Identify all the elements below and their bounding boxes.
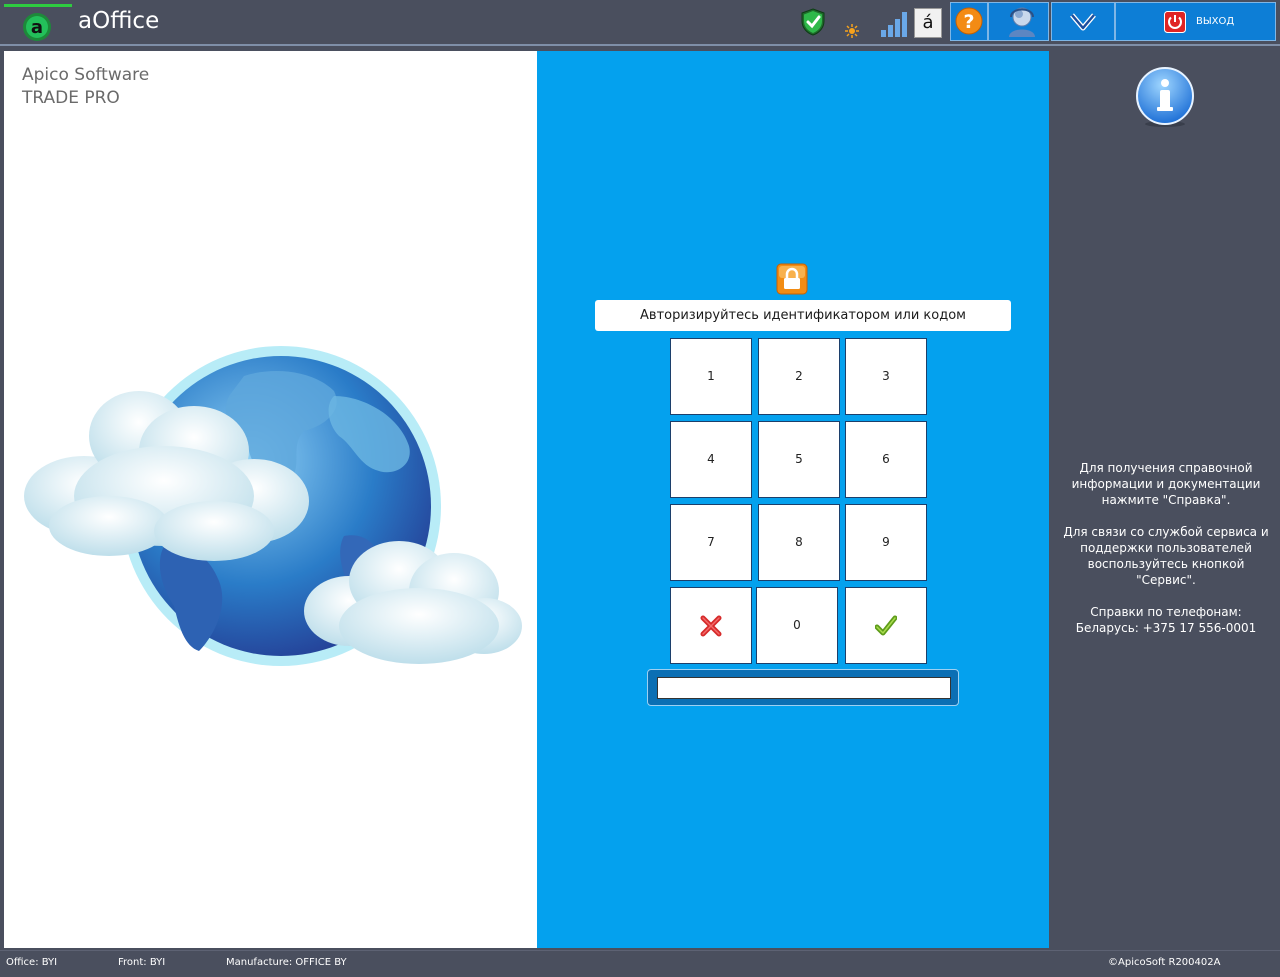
help-info-text: Для получения справочной информации и до… (1056, 460, 1276, 636)
info-icon (1136, 67, 1194, 127)
signal-strength-icon (881, 12, 907, 37)
help-phones-line: Беларусь: +375 17 556-0001 (1075, 621, 1257, 635)
brand-company: Apico Software (22, 65, 150, 85)
help-paragraph-docs: Для получения справочной информации и до… (1071, 461, 1261, 507)
clear-x-icon (700, 615, 722, 637)
keypad-key-3[interactable]: 3 (845, 338, 927, 415)
auth-prompt: Авторизируйтесь идентификатором или кодо… (595, 300, 1011, 331)
status-bar: Office: BYI Front: BYI Manufacture: OFFI… (0, 950, 1280, 977)
svg-text:a: a (31, 17, 43, 38)
keypad-key-4[interactable]: 4 (670, 421, 752, 498)
keypad-key-5[interactable]: 5 (758, 421, 840, 498)
code-input-frame (647, 669, 959, 706)
lock-icon (776, 263, 808, 295)
auth-panel: Авторизируйтесь идентификатором или кодо… (537, 51, 1049, 948)
exit-button[interactable]: ВЫХОД (1115, 2, 1276, 41)
status-copyright: ©ApicoSoft R200402A (1108, 957, 1221, 968)
activity-indicator-icon (845, 24, 859, 38)
chevron-down-icon (1070, 13, 1096, 31)
keypad-key-7[interactable]: 7 (670, 504, 752, 581)
help-phones-title: Справки по телефонам: (1090, 605, 1242, 619)
help-paragraph-service: Для связи со службой сервиса и поддержки… (1063, 525, 1269, 587)
keypad-key-6[interactable]: 6 (845, 421, 927, 498)
brand-product: TRADE PRO (22, 88, 120, 108)
power-icon (1164, 11, 1186, 33)
keypad-key-1[interactable]: 1 (670, 338, 752, 415)
help-question-icon: ? (955, 7, 983, 35)
keypad-key-2[interactable]: 2 (758, 338, 840, 415)
app-title: aOffice (78, 8, 160, 34)
top-bar: a aOffice á ? ВЫХОД (0, 0, 1280, 46)
keypad-key-0[interactable]: 0 (756, 587, 838, 664)
confirm-check-icon (874, 615, 898, 636)
brand-panel: Apico Software TRADE PRO (4, 51, 537, 948)
status-front: Front: BYI (118, 957, 166, 968)
expand-menu-button[interactable] (1051, 2, 1115, 41)
status-manufacture: Manufacture: OFFICE BY (226, 957, 347, 968)
status-office: Office: BYI (6, 957, 58, 968)
app-logo-icon: a (23, 13, 51, 41)
language-button[interactable]: á (914, 8, 942, 38)
svg-text:?: ? (963, 11, 974, 33)
globe-clouds-illustration (24, 346, 522, 666)
logo-active-stripe (4, 4, 72, 7)
service-support-icon (1009, 7, 1035, 37)
keypad-confirm-button[interactable] (845, 587, 927, 664)
service-button[interactable] (988, 2, 1049, 41)
exit-label: ВЫХОД (1196, 16, 1235, 27)
code-input[interactable] (657, 677, 951, 699)
keypad-clear-button[interactable] (670, 587, 752, 664)
language-glyph: á (922, 12, 934, 33)
security-shield-icon[interactable] (800, 8, 826, 36)
keypad-key-8[interactable]: 8 (758, 504, 840, 581)
app-logo[interactable]: a (0, 4, 74, 44)
help-button[interactable]: ? (950, 2, 988, 41)
keypad-key-9[interactable]: 9 (845, 504, 927, 581)
